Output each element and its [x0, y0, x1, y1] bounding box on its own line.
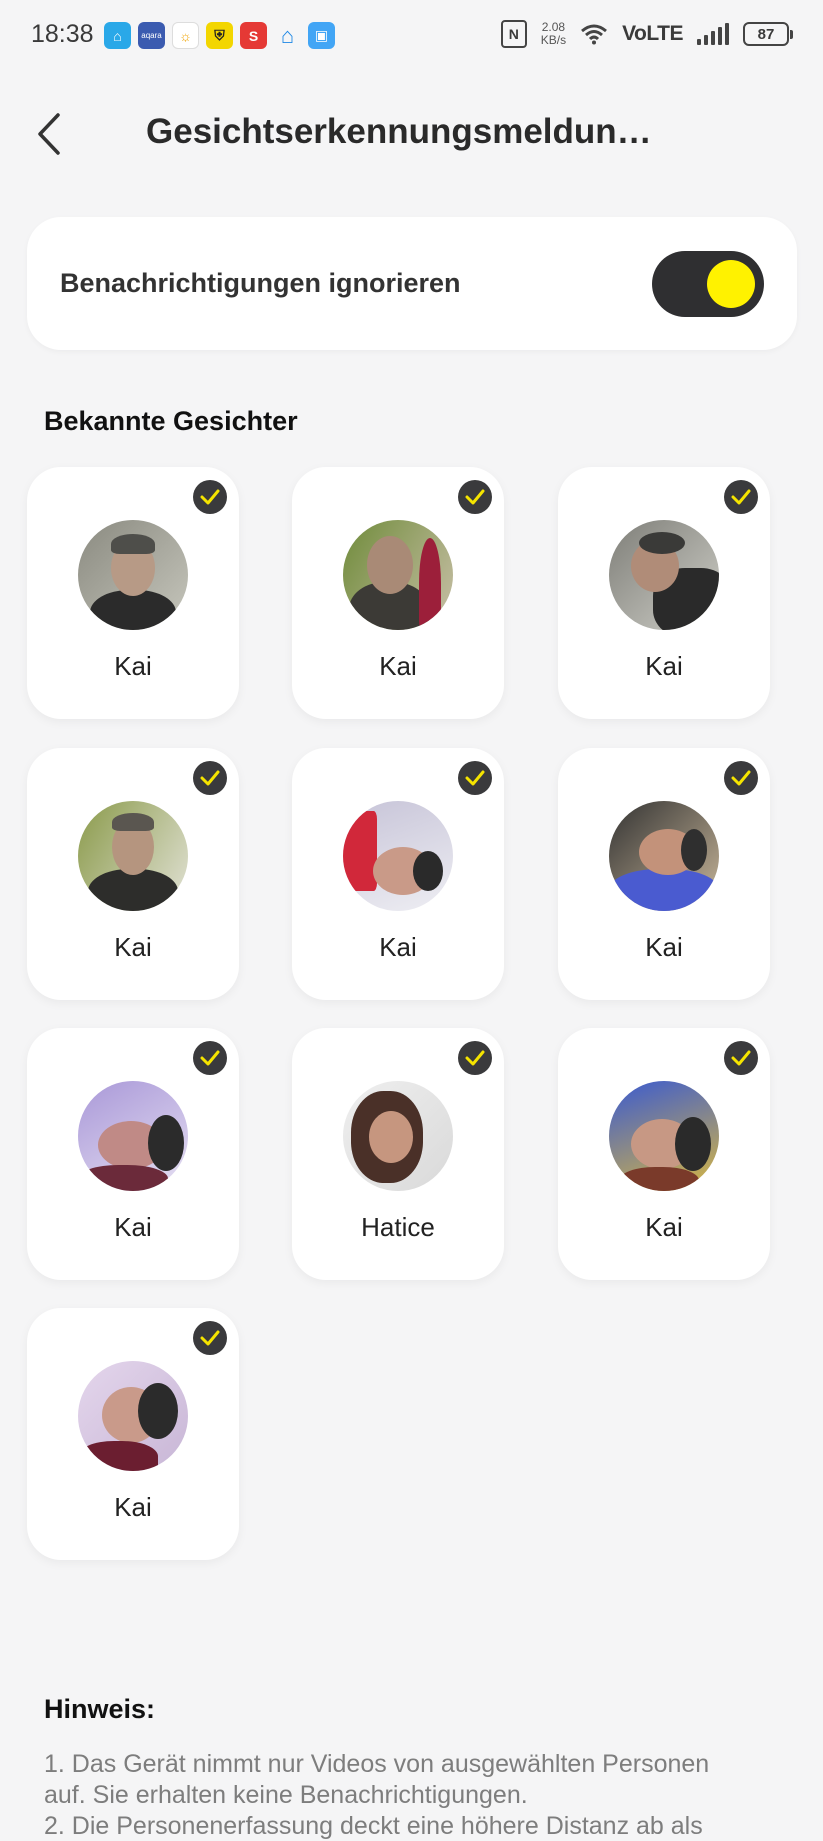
notice-line: 1. Das Gerät nimmt nur Videos von ausgew…	[44, 1750, 710, 1778]
face-photo	[609, 801, 719, 911]
clipboard-app-icon: ▣	[308, 22, 335, 49]
wifi-icon	[581, 24, 608, 45]
face-card[interactable]: Kai	[558, 748, 770, 1000]
face-name: Hatice	[361, 1212, 435, 1242]
notification-icons: ⌂ aqara ☼ ⛨ S ⌂ ▣	[104, 22, 335, 49]
speed-unit: KB/s	[540, 33, 567, 47]
s-app-icon: S	[240, 22, 267, 49]
face-photo	[78, 801, 188, 911]
back-button[interactable]	[30, 112, 70, 156]
known-faces-title: Bekannte Gesichter	[44, 406, 298, 436]
check-icon[interactable]	[458, 761, 492, 795]
face-card[interactable]: Kai	[27, 748, 239, 1000]
face-name: Kai	[379, 651, 417, 681]
check-icon[interactable]	[193, 1321, 227, 1355]
check-icon[interactable]	[724, 761, 758, 795]
face-name: Kai	[114, 1212, 152, 1242]
smarthome-app-icon: ⌂	[280, 22, 295, 48]
face-photo	[609, 1081, 719, 1191]
face-photo	[343, 801, 453, 911]
status-bar: 18:38 ⌂ aqara ☼ ⛨ S ⌂ ▣ N 2.08 KB/s VoLT…	[0, 0, 823, 72]
notice-line: auf. Sie erhalten keine Benachrichtigung…	[44, 1781, 528, 1809]
face-name: Kai	[645, 651, 683, 681]
face-card[interactable]: Kai	[27, 467, 239, 719]
ignore-notifications-card: Benachrichtigungen ignorieren	[27, 217, 797, 350]
face-name: Kai	[645, 932, 683, 962]
face-name: Kai	[114, 651, 152, 681]
battery-level: 87	[743, 22, 789, 46]
chevron-left-icon	[38, 113, 60, 155]
face-card[interactable]: Kai	[27, 1308, 239, 1560]
face-photo	[78, 520, 188, 630]
face-photo	[78, 1081, 188, 1191]
face-name: Kai	[114, 932, 152, 962]
home-app-icon: ⌂	[104, 22, 131, 49]
face-photo	[343, 1081, 453, 1191]
shield-app-icon: ⛨	[206, 22, 233, 49]
check-icon[interactable]	[193, 1041, 227, 1075]
face-name: Kai	[114, 1492, 152, 1522]
face-card[interactable]: Kai	[558, 467, 770, 719]
signal-icon	[697, 23, 729, 45]
weather-app-icon: ☼	[172, 22, 199, 49]
page-title: Gesichtserkennungsmeldun…	[146, 112, 652, 151]
face-card[interactable]: Kai	[292, 748, 504, 1000]
notice-title: Hinweis:	[44, 1694, 156, 1724]
face-card[interactable]: Kai	[292, 467, 504, 719]
battery-icon: 87	[743, 22, 793, 46]
ignore-notifications-toggle[interactable]	[652, 251, 764, 317]
network-speed: 2.08 KB/s	[541, 21, 566, 47]
aqara-app-icon: aqara	[138, 22, 165, 49]
check-icon[interactable]	[458, 1041, 492, 1075]
status-time: 18:38	[31, 20, 94, 48]
face-card[interactable]: Kai	[558, 1028, 770, 1280]
check-icon[interactable]	[724, 1041, 758, 1075]
face-photo	[78, 1361, 188, 1471]
check-icon[interactable]	[193, 761, 227, 795]
face-name: Kai	[379, 932, 417, 962]
face-photo	[609, 520, 719, 630]
nfc-icon: N	[500, 20, 527, 48]
face-name: Kai	[645, 1212, 683, 1242]
toggle-knob	[707, 260, 755, 308]
face-card[interactable]: Kai	[27, 1028, 239, 1280]
face-photo	[343, 520, 453, 630]
notice-line: 2. Die Personenerfassung deckt eine höhe…	[44, 1812, 703, 1840]
ignore-notifications-label: Benachrichtigungen ignorieren	[60, 268, 461, 298]
check-icon[interactable]	[724, 480, 758, 514]
check-icon[interactable]	[193, 480, 227, 514]
check-icon[interactable]	[458, 480, 492, 514]
face-card[interactable]: Hatice	[292, 1028, 504, 1280]
volte-label: VoLTE	[622, 22, 683, 45]
